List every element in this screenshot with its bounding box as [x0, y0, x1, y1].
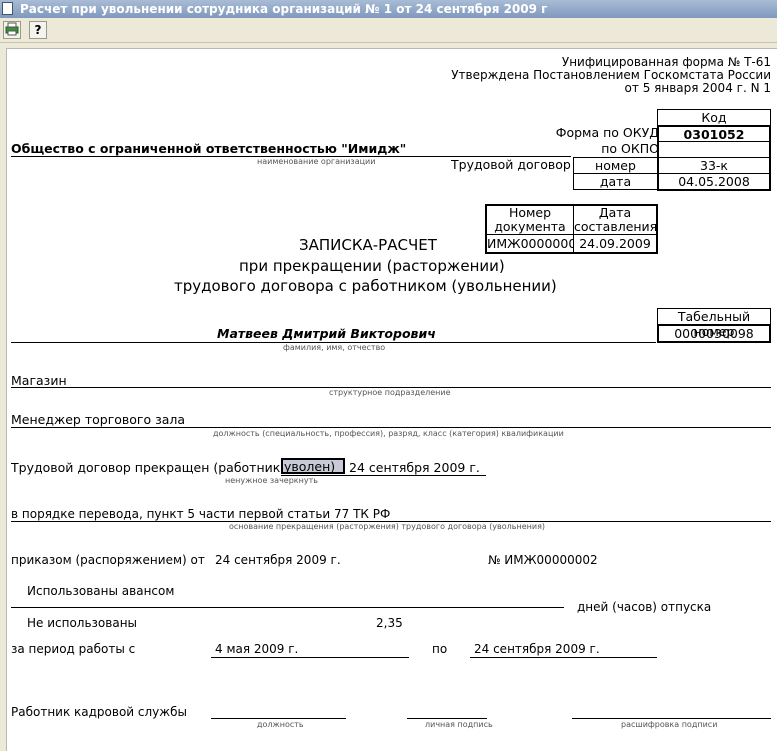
department-value: Магазин: [11, 373, 67, 388]
organization-caption: наименование организации: [257, 157, 376, 166]
vacation-unused-label: Не использованы: [27, 616, 138, 630]
help-button[interactable]: ?: [29, 21, 47, 39]
hr-position-line: [211, 718, 346, 719]
document-subtitle-2: трудового договора с работником (увольне…: [174, 277, 557, 295]
tab-number-header: Табельный номер: [657, 308, 771, 339]
period-to-label: по: [432, 642, 448, 656]
kod-header: Код: [657, 109, 771, 126]
date-value: 04.05.2008: [657, 173, 771, 191]
position-value: Менеджер торгового зала: [11, 412, 186, 427]
employee-name-caption: фамилия, имя, отчество: [283, 343, 386, 352]
department-caption: структурное подразделение: [329, 388, 451, 397]
period-to: 24 сентября 2009 г.: [474, 642, 600, 656]
hr-worker-label: Работник кадровой службы: [11, 705, 187, 719]
document-title: ЗАПИСКА-РАСЧЕТ: [299, 236, 437, 254]
termination-prefix: Трудовой договор прекращен (работник: [11, 460, 281, 475]
date-label: дата: [573, 173, 658, 190]
hr-decode-caption: расшифровка подписи: [621, 720, 718, 729]
termination-date: 24 сентября 2009 г.: [349, 460, 480, 475]
number-label: номер: [573, 157, 658, 174]
hr-position-caption: должность: [257, 720, 304, 729]
printer-icon: [5, 22, 19, 36]
vacation-days-label: дней (часов) отпуска: [577, 600, 712, 614]
order-date: 24 сентября 2009 г.: [215, 553, 341, 567]
print-button[interactable]: [3, 21, 21, 39]
vacation-used-label: Использованы авансом: [27, 584, 175, 598]
document-subtitle-1: при прекращении (расторжении): [239, 257, 505, 275]
termination-choice-caption: ненужное зачеркнуть: [225, 476, 318, 485]
doc-number-value: ИМЖ0000000: [485, 234, 574, 254]
document-icon: [2, 2, 13, 15]
document-sheet: Унифицированная форма № Т-61 Утверждена …: [6, 48, 777, 751]
order-label: приказом (распоряжением) от: [11, 553, 205, 567]
order-number: № ИМЖ00000002: [488, 553, 598, 567]
doc-number-header: Номер документа: [485, 204, 574, 235]
organization-name: Общество с ограниченной ответственностью…: [11, 141, 407, 156]
toolbar: ?: [0, 18, 777, 43]
vacation-used-underline: [11, 607, 564, 608]
position-caption: должность (специальность, профессия), ра…: [213, 429, 564, 438]
termination-reason: в порядке перевода, пункт 5 части первой…: [11, 507, 391, 521]
tab-number-value: 0000030098: [657, 324, 771, 343]
doc-date-value: 24.09.2009: [573, 234, 658, 254]
employee-name: Матвеев Дмитрий Викторович: [217, 326, 436, 341]
form-line-1: Унифицированная форма № Т-61: [561, 55, 771, 69]
okpo-label: по ОКПО: [601, 141, 659, 156]
okud-value: 0301052: [657, 125, 771, 142]
period-from-underline: [211, 657, 409, 658]
okpo-value: [657, 141, 771, 158]
reason-caption: основание прекращения (расторжения) труд…: [229, 522, 545, 531]
window-titlebar: Расчет при увольнении сотрудника организ…: [0, 0, 777, 18]
window-title: Расчет при увольнении сотрудника организ…: [20, 2, 548, 16]
form-line-2: Утверждена Постановлением Госкомстата Ро…: [451, 68, 771, 82]
hr-sign-line: [407, 718, 487, 719]
okud-label: Форма по ОКУД: [555, 125, 659, 140]
period-from: 4 мая 2009 г.: [215, 642, 299, 656]
form-line-3: от 5 января 2004 г. N 1: [624, 81, 771, 95]
contract-label: Трудовой договор: [451, 157, 571, 172]
hr-sign-caption: личная подпись: [425, 720, 493, 729]
period-to-underline: [470, 657, 657, 658]
hr-decode-line: [572, 718, 771, 719]
number-value: 33-к: [657, 157, 771, 174]
help-icon: ?: [34, 23, 42, 37]
termination-choice: уволен): [281, 458, 345, 474]
doc-date-header: Дата составления: [573, 204, 658, 235]
position-underline: [11, 427, 771, 428]
vacation-unused-value: 2,35: [376, 616, 403, 630]
period-label: за период работы с: [11, 642, 136, 656]
